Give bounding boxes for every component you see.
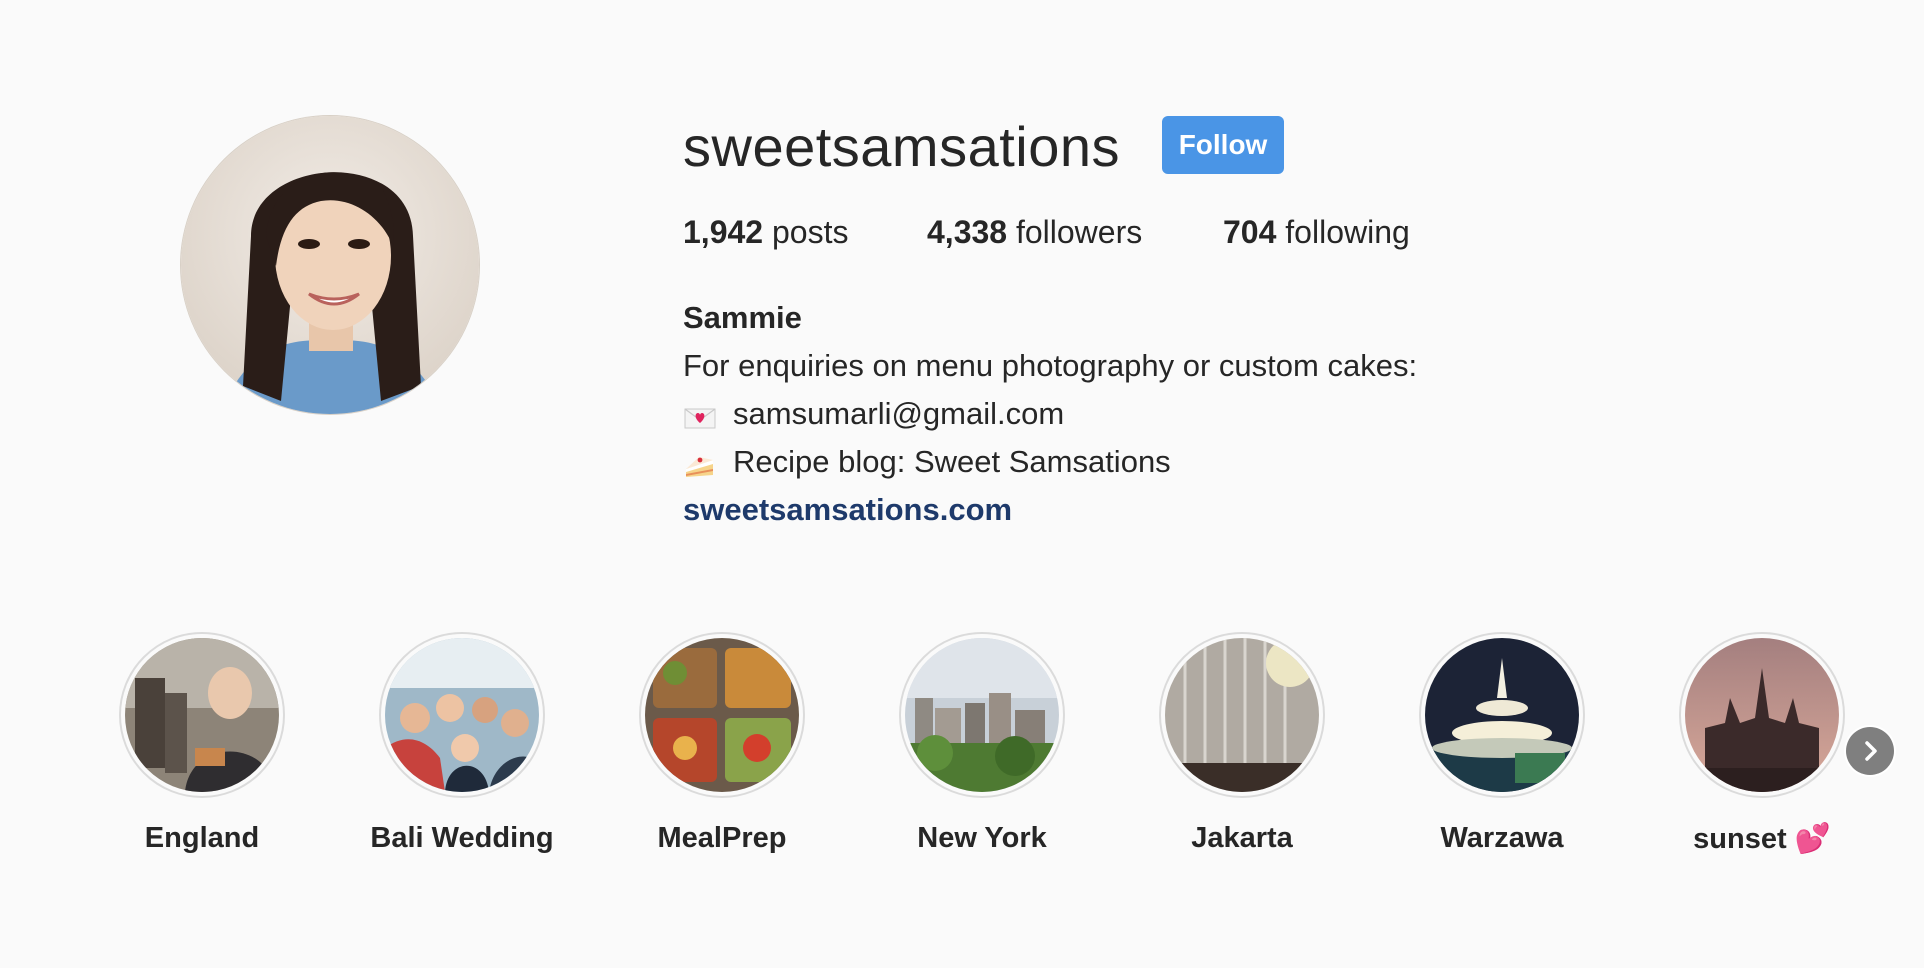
highlight-sunset[interactable]: sunset 💕 xyxy=(1652,632,1872,856)
highlight-label: sunset 💕 xyxy=(1693,823,1831,855)
story-highlights: England Bali Wedding MealPrep New York J… xyxy=(0,632,1924,872)
followers-label: followers xyxy=(1015,214,1143,250)
stat-posts[interactable]: 1,942 posts xyxy=(683,212,848,252)
highlight-ring xyxy=(379,632,545,798)
highlight-cover-image xyxy=(645,638,799,792)
posts-count: 1,942 xyxy=(683,214,764,250)
following-label: following xyxy=(1285,214,1410,250)
highlight-label: Warzawa xyxy=(1440,822,1564,854)
highlight-cover-image xyxy=(1425,638,1579,792)
highlight-label: Bali Wedding xyxy=(370,822,554,854)
love-letter-emoji-icon xyxy=(683,399,717,429)
bio-email: samsumarli@gmail.com xyxy=(733,396,1065,431)
profile-stats: 1,942 posts 4,338 followers 704 followin… xyxy=(683,212,1583,252)
website-link[interactable]: sweetsamsations.com xyxy=(683,486,1012,534)
bio-line-enquiries: For enquiries on menu photography or cus… xyxy=(683,348,1418,383)
highlight-cover-image xyxy=(1685,638,1839,792)
highlight-bali-wedding[interactable]: Bali Wedding xyxy=(352,632,572,855)
highlight-ring xyxy=(899,632,1065,798)
highlight-cover-image xyxy=(125,638,279,792)
highlight-ring xyxy=(119,632,285,798)
highlight-cover-image xyxy=(1165,638,1319,792)
highlight-jakarta[interactable]: Jakarta xyxy=(1132,632,1352,855)
bio-blog: Recipe blog: Sweet Samsations xyxy=(733,444,1171,479)
posts-label: posts xyxy=(771,214,849,250)
following-count: 704 xyxy=(1223,214,1277,250)
profile-bio: Sammie For enquiries on menu photography… xyxy=(683,294,1683,534)
highlight-label: MealPrep xyxy=(657,822,787,854)
username: sweetsamsations xyxy=(683,115,1121,178)
profile-header: sweetsamsations Follow 1,942 posts 4,338… xyxy=(683,112,1783,527)
highlight-label: England xyxy=(144,822,260,854)
bio-line-website: sweetsamsations.com xyxy=(683,486,1683,534)
chevron-right-icon xyxy=(1865,741,1877,761)
highlight-ring xyxy=(1159,632,1325,798)
highlights-next-button[interactable] xyxy=(1846,727,1894,775)
highlight-ring xyxy=(1419,632,1585,798)
highlight-ring xyxy=(1679,632,1845,798)
bio-line-email: samsumarli@gmail.com xyxy=(683,390,1683,438)
followers-count: 4,338 xyxy=(927,214,1008,250)
bio-line-blog: Recipe blog: Sweet Samsations xyxy=(683,438,1683,486)
title-row: sweetsamsations Follow xyxy=(683,112,1783,182)
full-name: Sammie xyxy=(683,300,802,335)
highlight-warzawa[interactable]: Warzawa xyxy=(1392,632,1612,855)
highlight-label: Jakarta xyxy=(1191,822,1293,854)
highlight-ring xyxy=(639,632,805,798)
cake-slice-emoji-icon xyxy=(683,447,717,477)
highlight-cover-image xyxy=(905,638,1059,792)
stat-following[interactable]: 704 following xyxy=(1223,212,1410,252)
follow-button[interactable]: Follow xyxy=(1162,116,1285,174)
highlight-cover-image xyxy=(385,638,539,792)
stat-followers[interactable]: 4,338 followers xyxy=(927,212,1142,252)
highlight-england[interactable]: England xyxy=(92,632,312,855)
highlight-new-york[interactable]: New York xyxy=(872,632,1092,855)
profile-avatar[interactable] xyxy=(181,116,479,414)
highlight-label: New York xyxy=(917,822,1047,854)
highlight-mealprep[interactable]: MealPrep xyxy=(612,632,832,855)
